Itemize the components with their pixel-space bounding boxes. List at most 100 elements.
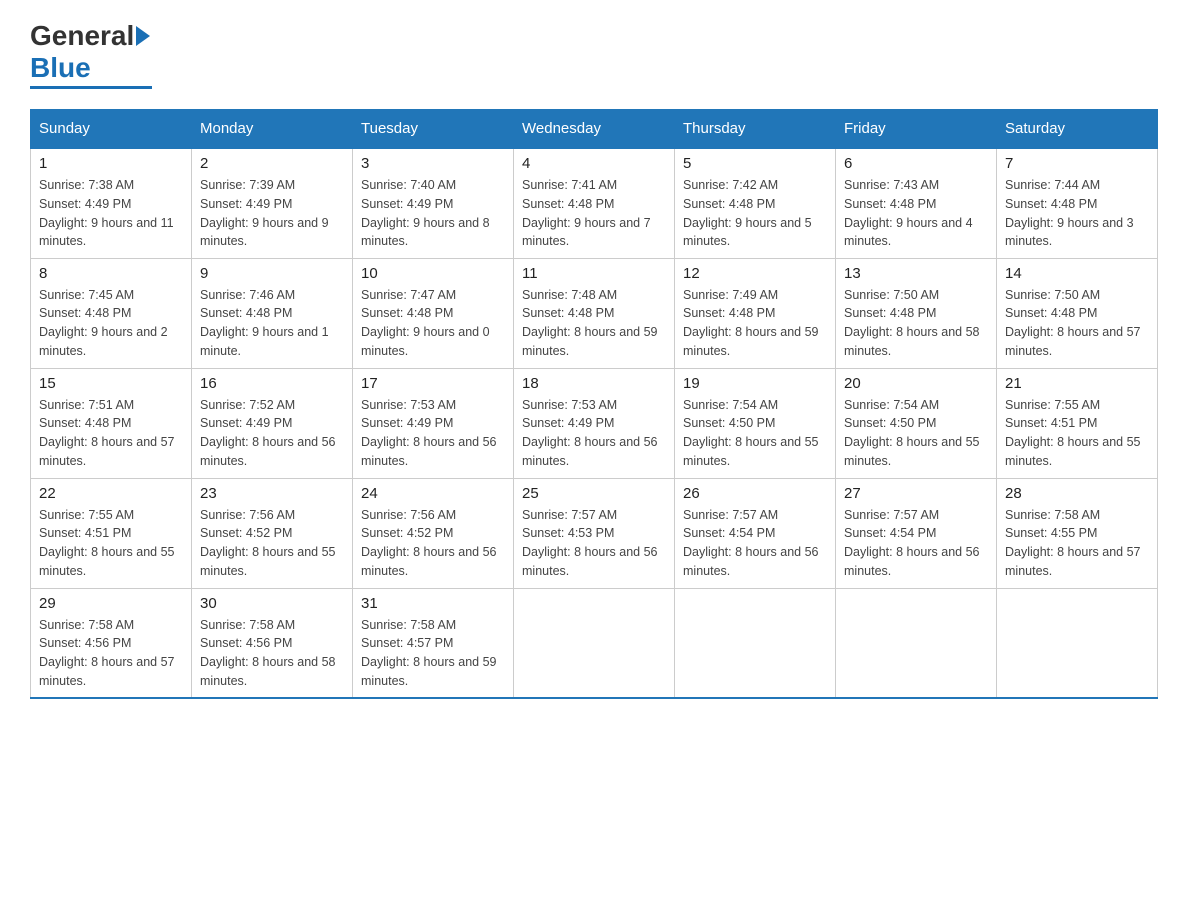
calendar-cell: 10 Sunrise: 7:47 AMSunset: 4:48 PMDaylig… (353, 258, 514, 368)
calendar-cell: 3 Sunrise: 7:40 AMSunset: 4:49 PMDayligh… (353, 148, 514, 258)
day-info: Sunrise: 7:56 AMSunset: 4:52 PMDaylight:… (200, 506, 344, 581)
day-info: Sunrise: 7:43 AMSunset: 4:48 PMDaylight:… (844, 176, 988, 251)
calendar-cell: 13 Sunrise: 7:50 AMSunset: 4:48 PMDaylig… (836, 258, 997, 368)
calendar-cell: 17 Sunrise: 7:53 AMSunset: 4:49 PMDaylig… (353, 368, 514, 478)
calendar-cell: 30 Sunrise: 7:58 AMSunset: 4:56 PMDaylig… (192, 588, 353, 698)
logo-underline (30, 86, 152, 89)
day-number: 21 (1005, 375, 1149, 392)
calendar-cell: 25 Sunrise: 7:57 AMSunset: 4:53 PMDaylig… (514, 478, 675, 588)
day-number: 5 (683, 155, 827, 172)
weekday-header-friday: Friday (836, 110, 997, 149)
weekday-header-wednesday: Wednesday (514, 110, 675, 149)
calendar-cell: 8 Sunrise: 7:45 AMSunset: 4:48 PMDayligh… (31, 258, 192, 368)
day-info: Sunrise: 7:41 AMSunset: 4:48 PMDaylight:… (522, 176, 666, 251)
calendar-week-row: 29 Sunrise: 7:58 AMSunset: 4:56 PMDaylig… (31, 588, 1158, 698)
day-info: Sunrise: 7:57 AMSunset: 4:53 PMDaylight:… (522, 506, 666, 581)
calendar-cell: 28 Sunrise: 7:58 AMSunset: 4:55 PMDaylig… (997, 478, 1158, 588)
calendar-cell: 6 Sunrise: 7:43 AMSunset: 4:48 PMDayligh… (836, 148, 997, 258)
calendar-cell: 20 Sunrise: 7:54 AMSunset: 4:50 PMDaylig… (836, 368, 997, 478)
calendar-cell: 27 Sunrise: 7:57 AMSunset: 4:54 PMDaylig… (836, 478, 997, 588)
weekday-header-monday: Monday (192, 110, 353, 149)
day-info: Sunrise: 7:47 AMSunset: 4:48 PMDaylight:… (361, 286, 505, 361)
day-info: Sunrise: 7:50 AMSunset: 4:48 PMDaylight:… (1005, 286, 1149, 361)
day-number: 20 (844, 375, 988, 392)
day-number: 23 (200, 485, 344, 502)
calendar-table: SundayMondayTuesdayWednesdayThursdayFrid… (30, 109, 1158, 699)
day-number: 25 (522, 485, 666, 502)
day-info: Sunrise: 7:57 AMSunset: 4:54 PMDaylight:… (844, 506, 988, 581)
day-number: 28 (1005, 485, 1149, 502)
day-number: 18 (522, 375, 666, 392)
logo-general-text: General (30, 20, 134, 52)
calendar-cell: 21 Sunrise: 7:55 AMSunset: 4:51 PMDaylig… (997, 368, 1158, 478)
day-number: 27 (844, 485, 988, 502)
day-info: Sunrise: 7:58 AMSunset: 4:55 PMDaylight:… (1005, 506, 1149, 581)
weekday-header-row: SundayMondayTuesdayWednesdayThursdayFrid… (31, 110, 1158, 149)
calendar-cell: 9 Sunrise: 7:46 AMSunset: 4:48 PMDayligh… (192, 258, 353, 368)
calendar-week-row: 22 Sunrise: 7:55 AMSunset: 4:51 PMDaylig… (31, 478, 1158, 588)
day-info: Sunrise: 7:58 AMSunset: 4:56 PMDaylight:… (200, 616, 344, 691)
day-number: 15 (39, 375, 183, 392)
calendar-cell: 1 Sunrise: 7:38 AMSunset: 4:49 PMDayligh… (31, 148, 192, 258)
day-info: Sunrise: 7:58 AMSunset: 4:57 PMDaylight:… (361, 616, 505, 691)
day-number: 11 (522, 265, 666, 282)
day-info: Sunrise: 7:40 AMSunset: 4:49 PMDaylight:… (361, 176, 505, 251)
day-number: 16 (200, 375, 344, 392)
calendar-cell (675, 588, 836, 698)
day-number: 30 (200, 595, 344, 612)
day-info: Sunrise: 7:48 AMSunset: 4:48 PMDaylight:… (522, 286, 666, 361)
day-number: 1 (39, 155, 183, 172)
day-info: Sunrise: 7:55 AMSunset: 4:51 PMDaylight:… (1005, 396, 1149, 471)
calendar-cell: 29 Sunrise: 7:58 AMSunset: 4:56 PMDaylig… (31, 588, 192, 698)
calendar-cell: 7 Sunrise: 7:44 AMSunset: 4:48 PMDayligh… (997, 148, 1158, 258)
day-number: 2 (200, 155, 344, 172)
calendar-cell: 2 Sunrise: 7:39 AMSunset: 4:49 PMDayligh… (192, 148, 353, 258)
calendar-cell: 15 Sunrise: 7:51 AMSunset: 4:48 PMDaylig… (31, 368, 192, 478)
calendar-week-row: 8 Sunrise: 7:45 AMSunset: 4:48 PMDayligh… (31, 258, 1158, 368)
calendar-cell: 14 Sunrise: 7:50 AMSunset: 4:48 PMDaylig… (997, 258, 1158, 368)
calendar-cell (997, 588, 1158, 698)
day-number: 3 (361, 155, 505, 172)
day-number: 4 (522, 155, 666, 172)
calendar-cell: 31 Sunrise: 7:58 AMSunset: 4:57 PMDaylig… (353, 588, 514, 698)
day-info: Sunrise: 7:45 AMSunset: 4:48 PMDaylight:… (39, 286, 183, 361)
logo: General Blue (30, 20, 152, 89)
day-number: 22 (39, 485, 183, 502)
calendar-cell (836, 588, 997, 698)
day-info: Sunrise: 7:53 AMSunset: 4:49 PMDaylight:… (361, 396, 505, 471)
weekday-header-sunday: Sunday (31, 110, 192, 149)
day-info: Sunrise: 7:49 AMSunset: 4:48 PMDaylight:… (683, 286, 827, 361)
day-number: 31 (361, 595, 505, 612)
day-number: 8 (39, 265, 183, 282)
calendar-cell: 22 Sunrise: 7:55 AMSunset: 4:51 PMDaylig… (31, 478, 192, 588)
day-number: 12 (683, 265, 827, 282)
day-number: 29 (39, 595, 183, 612)
calendar-cell (514, 588, 675, 698)
calendar-cell: 4 Sunrise: 7:41 AMSunset: 4:48 PMDayligh… (514, 148, 675, 258)
calendar-cell: 5 Sunrise: 7:42 AMSunset: 4:48 PMDayligh… (675, 148, 836, 258)
day-info: Sunrise: 7:53 AMSunset: 4:49 PMDaylight:… (522, 396, 666, 471)
calendar-cell: 11 Sunrise: 7:48 AMSunset: 4:48 PMDaylig… (514, 258, 675, 368)
calendar-cell: 26 Sunrise: 7:57 AMSunset: 4:54 PMDaylig… (675, 478, 836, 588)
day-info: Sunrise: 7:57 AMSunset: 4:54 PMDaylight:… (683, 506, 827, 581)
day-info: Sunrise: 7:54 AMSunset: 4:50 PMDaylight:… (683, 396, 827, 471)
day-info: Sunrise: 7:54 AMSunset: 4:50 PMDaylight:… (844, 396, 988, 471)
day-info: Sunrise: 7:52 AMSunset: 4:49 PMDaylight:… (200, 396, 344, 471)
logo-blue-text: Blue (30, 52, 91, 84)
day-number: 6 (844, 155, 988, 172)
day-info: Sunrise: 7:56 AMSunset: 4:52 PMDaylight:… (361, 506, 505, 581)
day-number: 19 (683, 375, 827, 392)
day-info: Sunrise: 7:39 AMSunset: 4:49 PMDaylight:… (200, 176, 344, 251)
logo-arrow-icon (136, 26, 150, 46)
day-info: Sunrise: 7:38 AMSunset: 4:49 PMDaylight:… (39, 176, 183, 251)
day-number: 7 (1005, 155, 1149, 172)
page-header: General Blue (30, 20, 1158, 89)
day-info: Sunrise: 7:46 AMSunset: 4:48 PMDaylight:… (200, 286, 344, 361)
calendar-cell: 23 Sunrise: 7:56 AMSunset: 4:52 PMDaylig… (192, 478, 353, 588)
day-number: 9 (200, 265, 344, 282)
weekday-header-tuesday: Tuesday (353, 110, 514, 149)
calendar-cell: 16 Sunrise: 7:52 AMSunset: 4:49 PMDaylig… (192, 368, 353, 478)
calendar-cell: 12 Sunrise: 7:49 AMSunset: 4:48 PMDaylig… (675, 258, 836, 368)
calendar-cell: 18 Sunrise: 7:53 AMSunset: 4:49 PMDaylig… (514, 368, 675, 478)
day-number: 13 (844, 265, 988, 282)
